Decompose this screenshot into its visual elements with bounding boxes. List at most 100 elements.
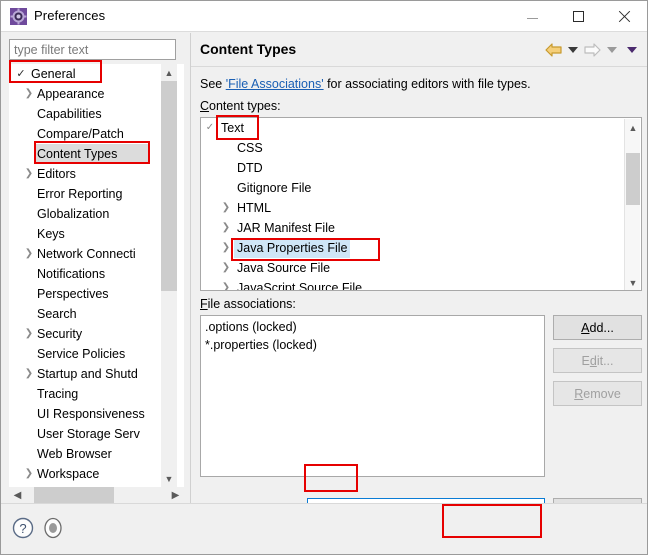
filter-input[interactable] <box>9 39 176 60</box>
scroll-right-icon[interactable]: ▶ <box>167 487 184 503</box>
file-associations-link[interactable]: 'File Associations' <box>226 77 324 91</box>
content-type-label: CSS <box>237 141 263 155</box>
minimize-button[interactable] <box>509 1 555 31</box>
view-menu-chevron-down-icon[interactable] <box>627 47 637 53</box>
sidebar-item-label: Compare/Patch <box>37 127 124 141</box>
sidebar-item-ui-responsiveness[interactable]: UI Responsiveness <box>9 404 184 424</box>
preferences-tree[interactable]: ✓ General ❯ Appearance Capabilities Compare/P… <box>9 64 184 487</box>
edit-button[interactable]: Edit... <box>553 348 642 373</box>
chevron-right-icon[interactable]: ❯ <box>23 244 35 264</box>
sidebar-item-content-types[interactable]: Content Types <box>34 144 150 164</box>
content-type-item-dtd[interactable]: DTD <box>201 158 641 178</box>
sidebar-item-notifications[interactable]: Notifications <box>9 264 184 284</box>
add-button[interactable]: Add... <box>553 315 642 340</box>
sidebar-item-label: User Storage Serv <box>37 427 140 441</box>
content-type-item-gitignore-file[interactable]: Gitignore File <box>201 178 641 198</box>
eclipse-gear-icon <box>10 8 27 25</box>
back-history-chevron-down-icon[interactable] <box>568 47 578 53</box>
sidebar-item-globalization[interactable]: Globalization <box>9 204 184 224</box>
file-associations-list[interactable]: .options (locked) *.properties (locked) <box>200 315 545 477</box>
close-button[interactable] <box>601 1 647 31</box>
sidebar-item-security[interactable]: ❯ Security <box>9 324 184 344</box>
remove-button[interactable]: Remove <box>553 381 642 406</box>
chevron-right-icon[interactable]: ❯ <box>23 464 35 484</box>
help-icon[interactable]: ? <box>11 516 35 540</box>
content-type-item-javascript-source-file[interactable]: ❯ JavaScript Source File <box>201 278 641 291</box>
sidebar-item-workspace[interactable]: ❯ Workspace <box>9 464 184 484</box>
sidebar-item-appearance[interactable]: ❯ Appearance <box>9 84 184 104</box>
content-type-item-java-properties-file[interactable]: ❯ Java Properties File <box>201 238 641 258</box>
chevron-right-icon[interactable]: ❯ <box>219 278 233 290</box>
remove-button-rest: emove <box>583 386 621 401</box>
chevron-right-icon[interactable]: ❯ <box>23 164 35 184</box>
sidebar-item-editors[interactable]: ❯ Editors <box>9 164 184 184</box>
scroll-up-icon[interactable]: ▲ <box>161 64 177 81</box>
chevron-right-icon[interactable]: ❯ <box>219 198 233 218</box>
content-type-item-java-source-file[interactable]: ❯ Java Source File <box>201 258 641 278</box>
sidebar-item-user-storage-serv[interactable]: User Storage Serv <box>9 424 184 444</box>
file-association-item[interactable]: *.properties (locked) <box>205 336 540 354</box>
scroll-down-icon[interactable]: ▼ <box>161 470 177 487</box>
scrollbar-thumb[interactable] <box>626 153 640 205</box>
sidebar-item-label: UI Responsiveness <box>37 407 145 421</box>
sidebar-item-web-browser[interactable]: Web Browser <box>9 444 184 464</box>
add-button-rest: dd... <box>589 320 614 335</box>
scrollbar-thumb-horizontal[interactable] <box>34 487 114 503</box>
sidebar-item-label: General <box>31 67 76 81</box>
content-type-item-text[interactable]: ✓ Text <box>201 118 641 138</box>
sidebar-item-service-policies[interactable]: Service Policies <box>9 344 184 364</box>
sidebar-item-startup-and-shutd[interactable]: ❯ Startup and Shutd <box>9 364 184 384</box>
sidebar-item-network-connecti[interactable]: ❯ Network Connecti <box>9 244 184 264</box>
chevron-right-icon[interactable]: ❯ <box>23 324 35 344</box>
chevron-down-icon[interactable]: ✓ <box>15 64 27 84</box>
tree-vertical-scrollbar[interactable]: ▲ ▼ <box>161 64 177 487</box>
forward-arrow-icon <box>584 43 601 57</box>
sidebar-item-label: Service Policies <box>37 347 126 361</box>
content-type-label: JAR Manifest File <box>237 221 335 235</box>
scroll-down-icon[interactable]: ▼ <box>625 274 641 290</box>
sidebar-item-label: Perspectives <box>37 287 109 301</box>
content-types-tree[interactable]: ✓ Text CSS DTD Gitignore File ❯ HTML ❯ JAR Manif… <box>200 117 642 291</box>
chevron-down-icon[interactable]: ✓ <box>203 118 217 138</box>
title-separator <box>191 66 647 67</box>
sidebar-item-label: Security <box>37 327 83 341</box>
sidebar-item-label: Appearance <box>37 87 105 101</box>
title-bar: Preferences <box>1 1 647 32</box>
scroll-left-icon[interactable]: ◀ <box>9 487 26 503</box>
file-association-item[interactable]: .options (locked) <box>205 318 540 336</box>
restore-defaults-icon[interactable] <box>41 516 65 540</box>
sidebar-item-label: Content Types <box>37 147 118 161</box>
sidebar-item-keys[interactable]: Keys <box>9 224 184 244</box>
content-type-item-css[interactable]: CSS <box>201 138 641 158</box>
maximize-button[interactable] <box>555 1 601 31</box>
content-type-label: JavaScript Source File <box>237 281 363 291</box>
sidebar-item-error-reporting[interactable]: Error Reporting <box>9 184 184 204</box>
tree-horizontal-scrollbar[interactable]: ◀ ▶ <box>9 487 184 503</box>
content-types-list: ✓ Text CSS DTD Gitignore File ❯ HTML ❯ JAR Manif… <box>201 118 641 291</box>
content-type-item-html[interactable]: ❯ HTML <box>201 198 641 218</box>
sidebar-item-capabilities[interactable]: Capabilities <box>9 104 184 124</box>
back-arrow-icon[interactable] <box>545 43 562 57</box>
chevron-right-icon[interactable]: ❯ <box>23 84 35 104</box>
sidebar-item-tracing[interactable]: Tracing <box>9 384 184 404</box>
scroll-up-icon[interactable]: ▲ <box>625 119 641 136</box>
maximize-icon <box>572 10 584 22</box>
sidebar-item-general[interactable]: ✓ General <box>9 64 184 84</box>
content-type-item-jar-manifest-file[interactable]: ❯ JAR Manifest File <box>201 218 641 238</box>
chevron-right-icon[interactable]: ❯ <box>23 364 35 384</box>
chevron-right-icon[interactable]: ❯ <box>219 238 233 258</box>
sidebar-item-perspectives[interactable]: Perspectives <box>9 284 184 304</box>
sidebar-item-label: Startup and Shutd <box>37 367 138 381</box>
content-types-page: Content Types See 'File Associations' fo… <box>190 33 647 523</box>
description-suffix: for associating editors with file types. <box>323 77 531 91</box>
forward-history-chevron-down-icon <box>607 47 617 53</box>
sidebar-item-compare-patch[interactable]: Compare/Patch <box>9 124 184 144</box>
content-type-label: HTML <box>237 201 272 215</box>
chevron-right-icon[interactable]: ❯ <box>219 258 233 278</box>
window-title: Preferences <box>34 8 106 23</box>
scrollbar-thumb[interactable] <box>161 81 177 291</box>
chevron-right-icon[interactable]: ❯ <box>219 218 233 238</box>
content-types-label-rest: ontent types: <box>209 99 281 113</box>
sidebar-item-search[interactable]: Search <box>9 304 184 324</box>
content-types-scrollbar[interactable]: ▲ ▼ <box>624 119 641 290</box>
